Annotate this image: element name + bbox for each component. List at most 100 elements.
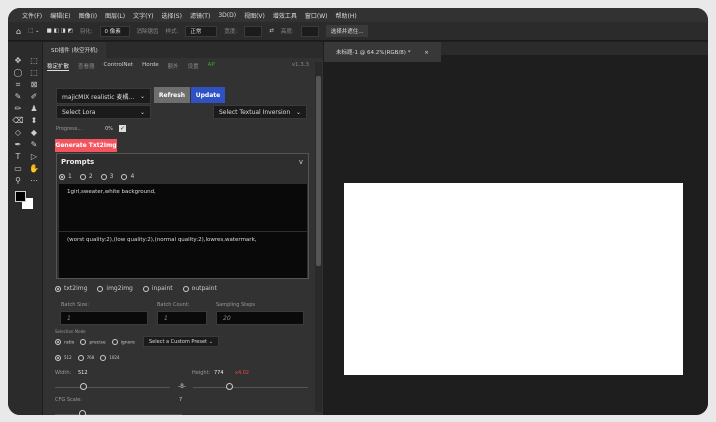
chevron-down-icon: ⌄ xyxy=(139,92,145,100)
pen-tool-icon[interactable]: ✒ xyxy=(15,140,22,152)
type-tool-icon[interactable]: T xyxy=(16,152,21,164)
mode-radios: txt2img img2img inpaint outpaint xyxy=(55,285,217,292)
size-1024[interactable]: 1024 xyxy=(100,355,119,361)
mode-txt2img[interactable]: txt2img xyxy=(55,285,87,292)
menu-select[interactable]: 选择(S) xyxy=(161,11,182,20)
move-tool-icon[interactable]: ✥ xyxy=(15,56,22,68)
menu-edit[interactable]: 编辑(E) xyxy=(50,11,70,20)
antialias-checkbox[interactable]: 消除锯齿 xyxy=(137,27,159,35)
document-tab[interactable]: 未标题-1 @ 64.2%(RGB/8) * × xyxy=(324,42,441,62)
selection-mode-icons[interactable]: ■ ◧ ◨ ◩ xyxy=(47,28,73,34)
progress-label: Progress... xyxy=(56,126,83,132)
prompt-tab-1[interactable]: 1 xyxy=(59,173,72,180)
marquee-tool-icon[interactable]: ⬚ xyxy=(30,56,38,68)
panel-title[interactable]: SD插件 (秋空开机) xyxy=(43,42,106,58)
width-slider[interactable] xyxy=(55,387,170,388)
cfg-scale-label: CFG Scale: xyxy=(55,397,82,403)
healing-brush-icon[interactable]: ✐ xyxy=(31,92,38,104)
menu-file[interactable]: 文件(F) xyxy=(22,11,42,20)
tab-controlnet[interactable]: ControlNet xyxy=(104,62,134,71)
update-button[interactable]: Update xyxy=(191,87,225,103)
batch-size-input[interactable]: 1 xyxy=(60,311,148,325)
batch-count-input[interactable]: 1 xyxy=(157,311,207,325)
batch-size-label: Batch Size: xyxy=(61,302,89,308)
cfg-scale-knob[interactable] xyxy=(79,410,86,415)
progress-checkbox[interactable]: ✓ xyxy=(119,125,126,132)
model-select-value: majicMIX realistic 麦橘... xyxy=(62,93,135,101)
swap-icon[interactable]: ⇄ xyxy=(269,28,274,34)
negative-prompt-textarea[interactable]: (worst quality:2),(low quality:2),(norma… xyxy=(59,232,307,278)
lora-select[interactable]: Select Lora ⌄ xyxy=(56,105,151,119)
home-icon[interactable]: ⌂ xyxy=(16,27,21,36)
cfg-scale-slider[interactable] xyxy=(55,414,182,415)
width-input[interactable] xyxy=(244,25,263,37)
canvas[interactable] xyxy=(344,183,683,375)
size-768[interactable]: 768 xyxy=(77,355,94,361)
menu-type[interactable]: 文字(Y) xyxy=(133,11,153,20)
sel-mode-precise[interactable]: precise xyxy=(80,339,106,346)
style-select[interactable]: 正常 xyxy=(185,25,218,37)
mode-inpaint[interactable]: inpaint xyxy=(142,285,173,292)
height-input[interactable] xyxy=(300,25,319,37)
menu-window[interactable]: 窗口(W) xyxy=(305,11,328,20)
width-slider-knob[interactable] xyxy=(80,383,87,390)
positive-prompt-textarea[interactable]: 1girl,sweater,white background, xyxy=(59,184,307,231)
mode-outpaint[interactable]: outpaint xyxy=(182,285,217,292)
feather-input[interactable]: 0 像素 xyxy=(99,25,130,37)
refresh-button[interactable]: Refresh xyxy=(154,87,190,103)
menu-view[interactable]: 视图(V) xyxy=(244,11,265,20)
close-icon[interactable]: × xyxy=(418,47,435,59)
tab-extras[interactable]: 额外 xyxy=(168,62,179,71)
tab-horde[interactable]: Horde xyxy=(142,62,159,71)
object-select-icon[interactable]: ⬚ xyxy=(30,68,38,80)
frame-tool-icon[interactable]: ⊠ xyxy=(31,80,38,92)
dodge-tool-icon[interactable]: ◆ xyxy=(31,128,37,140)
select-and-mask-button[interactable]: 选择并遮住... xyxy=(325,25,369,37)
menu-filter[interactable]: 滤镜(T) xyxy=(190,11,210,20)
pencil-icon[interactable]: ✎ xyxy=(31,140,38,152)
sampling-steps-input[interactable]: 20 xyxy=(216,311,304,325)
menu-plugins[interactable]: 增效工具 xyxy=(273,11,297,20)
color-swatches[interactable] xyxy=(14,190,38,212)
tab-viewer[interactable]: 查看器 xyxy=(78,62,95,71)
more-tools-icon[interactable]: ⋯ xyxy=(30,176,38,188)
tab-settings[interactable]: 设置 xyxy=(188,62,199,71)
menu-help[interactable]: 帮助(H) xyxy=(336,11,357,20)
mode-img2img[interactable]: img2img xyxy=(97,285,133,292)
gradient-tool-icon[interactable]: ⬍ xyxy=(31,116,38,128)
prompt-tab-4[interactable]: 4 xyxy=(121,173,134,180)
blur-tool-icon[interactable]: ◇ xyxy=(15,128,21,140)
generate-button[interactable]: Generate Txt2Img xyxy=(55,139,117,152)
marquee-icon[interactable]: ⬚ ⌄ xyxy=(28,28,40,34)
height-value: 774 xyxy=(214,370,224,376)
collapse-chevron-icon[interactable]: v xyxy=(299,158,303,166)
model-select[interactable]: majicMIX realistic 麦橘... ⌄ xyxy=(56,88,151,104)
lasso-tool-icon[interactable]: ◯ xyxy=(14,68,23,80)
eyedropper-icon[interactable]: ✎ xyxy=(15,92,22,104)
menu-layer[interactable]: 图层(L) xyxy=(105,11,125,20)
prompt-tab-2[interactable]: 2 xyxy=(79,173,93,180)
zoom-tool-icon[interactable]: ⚲ xyxy=(15,176,21,188)
stamp-tool-icon[interactable]: ♟ xyxy=(30,104,37,116)
link-icon[interactable]: -8- xyxy=(178,383,186,390)
size-512[interactable]: 512 xyxy=(55,355,72,361)
height-slider[interactable] xyxy=(193,387,308,388)
menu-3d[interactable]: 3D(D) xyxy=(218,12,236,19)
tab-ap[interactable]: AP xyxy=(208,62,215,71)
height-slider-knob[interactable] xyxy=(226,383,233,390)
textual-inversion-select[interactable]: Select Textual Inversion ⌄ xyxy=(213,105,307,119)
rectangle-tool-icon[interactable]: ▭ xyxy=(14,164,22,176)
brush-tool-icon[interactable]: ✏ xyxy=(15,104,22,116)
chevron-down-icon: ⌄ xyxy=(295,108,301,116)
sel-mode-ignore[interactable]: ignore xyxy=(111,339,135,346)
tab-stable-diffusion[interactable]: 稳定扩散 xyxy=(47,62,70,71)
prompt-tab-3[interactable]: 3 xyxy=(100,173,113,180)
path-select-icon[interactable]: ▷ xyxy=(31,152,37,164)
eraser-tool-icon[interactable]: ⌫ xyxy=(12,116,23,128)
hand-tool-icon[interactable]: ✋ xyxy=(29,164,39,176)
panel-scrollbar[interactable] xyxy=(315,62,322,412)
crop-tool-icon[interactable]: ⌗ xyxy=(16,80,21,92)
custom-preset-select[interactable]: Select a Custom Preset ⌄ xyxy=(143,336,219,347)
sel-mode-ratio[interactable]: ratio xyxy=(55,339,74,346)
menu-image[interactable]: 图像(I) xyxy=(79,11,97,20)
